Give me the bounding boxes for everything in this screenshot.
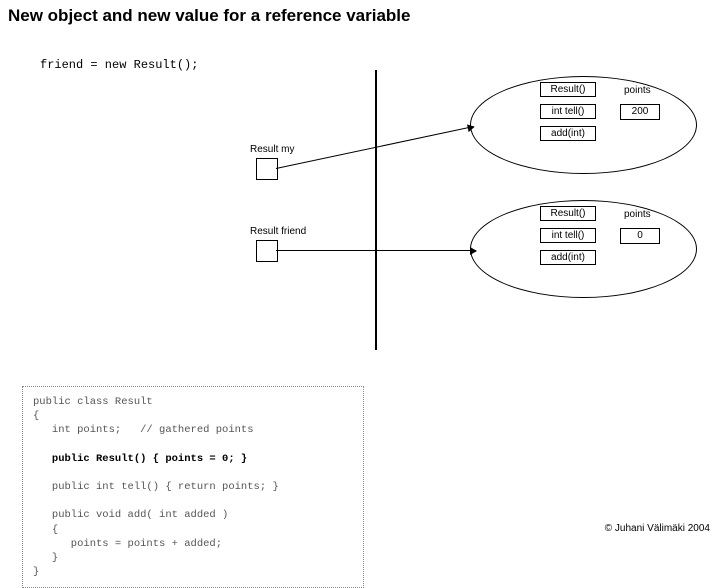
copyright-notice: © Juhani Välimäki 2004 bbox=[605, 523, 710, 534]
code-line: { bbox=[33, 524, 58, 536]
field-value-points-2: 0 bbox=[620, 228, 660, 244]
code-line: } bbox=[33, 566, 39, 578]
stack-var-label-friend: Result friend bbox=[250, 226, 306, 237]
code-line: public class Result bbox=[33, 396, 153, 408]
stack-var-box-friend bbox=[256, 240, 278, 262]
stack-var-label-my: Result my bbox=[250, 144, 294, 155]
code-line: int points; // gathered points bbox=[33, 424, 254, 436]
reference-arrow-friend bbox=[276, 250, 476, 251]
code-statement: friend = new Result(); bbox=[40, 58, 198, 72]
code-line: { bbox=[33, 410, 39, 422]
method-box-tell: int tell() bbox=[540, 104, 596, 119]
code-line-constructor: public Result() { points = 0; } bbox=[33, 453, 247, 465]
code-line: } bbox=[33, 552, 58, 564]
method-box-add-2: add(int) bbox=[540, 250, 596, 265]
stack-heap-divider bbox=[375, 70, 377, 350]
code-line: public void add( int added ) bbox=[33, 509, 228, 521]
code-line: public int tell() { return points; } bbox=[33, 481, 279, 493]
stack-var-box-my bbox=[256, 158, 278, 180]
method-box-add: add(int) bbox=[540, 126, 596, 141]
field-label-points-2: points bbox=[624, 209, 651, 220]
slide-title: New object and new value for a reference… bbox=[8, 6, 411, 26]
field-value-points-1: 200 bbox=[620, 104, 660, 120]
method-box-result: Result() bbox=[540, 82, 596, 97]
field-label-points-1: points bbox=[624, 85, 651, 96]
class-source-code: public class Result { int points; // gat… bbox=[22, 386, 364, 588]
method-box-result-2: Result() bbox=[540, 206, 596, 221]
method-box-tell-2: int tell() bbox=[540, 228, 596, 243]
